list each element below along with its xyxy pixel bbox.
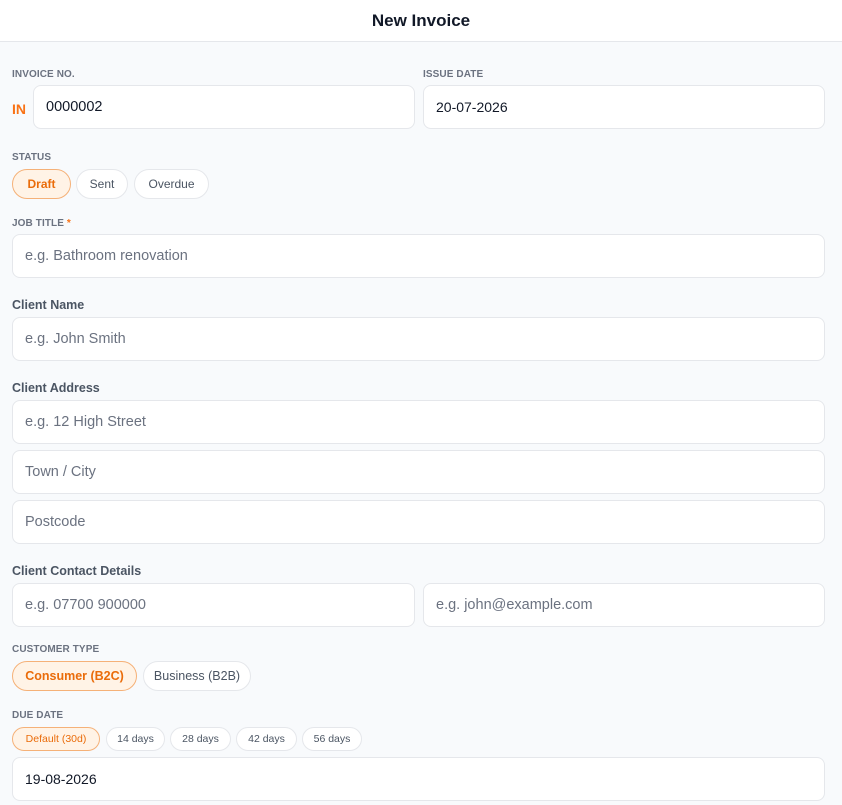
issue-date-input[interactable]: [423, 85, 825, 129]
due-date-default[interactable]: Default (30d): [12, 727, 100, 751]
issue-date-label: ISSUE DATE: [423, 69, 484, 80]
page-header: New Invoice: [0, 0, 842, 42]
due-date-input[interactable]: [12, 757, 825, 801]
job-title-label: JOB TITLE *: [12, 218, 71, 229]
status-option-draft[interactable]: Draft: [12, 169, 71, 199]
page-title: New Invoice: [371, 10, 471, 30]
address-postcode-input[interactable]: [12, 500, 825, 544]
customer-type-b2b[interactable]: Business (B2B): [143, 661, 251, 691]
client-address-label: Client Address: [12, 381, 100, 395]
due-date-label: DUE DATE: [12, 710, 64, 721]
status-option-overdue[interactable]: Overdue: [134, 169, 209, 199]
required-mark: *: [66, 218, 71, 229]
status-option-sent[interactable]: Sent: [76, 169, 128, 199]
job-title-input[interactable]: [12, 234, 825, 278]
due-date-14-days[interactable]: 14 days: [106, 727, 165, 751]
due-date-42-days[interactable]: 42 days: [236, 727, 297, 751]
client-name-label: Client Name: [12, 298, 85, 312]
invoice-prefix: IN: [12, 101, 26, 117]
customer-type-b2c[interactable]: Consumer (B2C): [12, 661, 137, 691]
client-contact-label: Client Contact Details: [12, 564, 142, 578]
address-street-input[interactable]: [12, 400, 825, 444]
job-title-label-text: JOB TITLE: [12, 218, 65, 229]
invoice-no-label: INVOICE NO.: [12, 69, 75, 80]
invoice-no-input[interactable]: [33, 85, 415, 129]
customer-type-label: CUSTOMER TYPE: [12, 644, 100, 655]
due-date-28-days[interactable]: 28 days: [170, 727, 231, 751]
status-label: STATUS: [12, 152, 52, 163]
client-phone-input[interactable]: [12, 583, 415, 627]
address-town-input[interactable]: [12, 450, 825, 494]
due-date-56-days[interactable]: 56 days: [302, 727, 362, 751]
client-email-input[interactable]: [423, 583, 825, 627]
client-name-input[interactable]: [12, 317, 825, 361]
